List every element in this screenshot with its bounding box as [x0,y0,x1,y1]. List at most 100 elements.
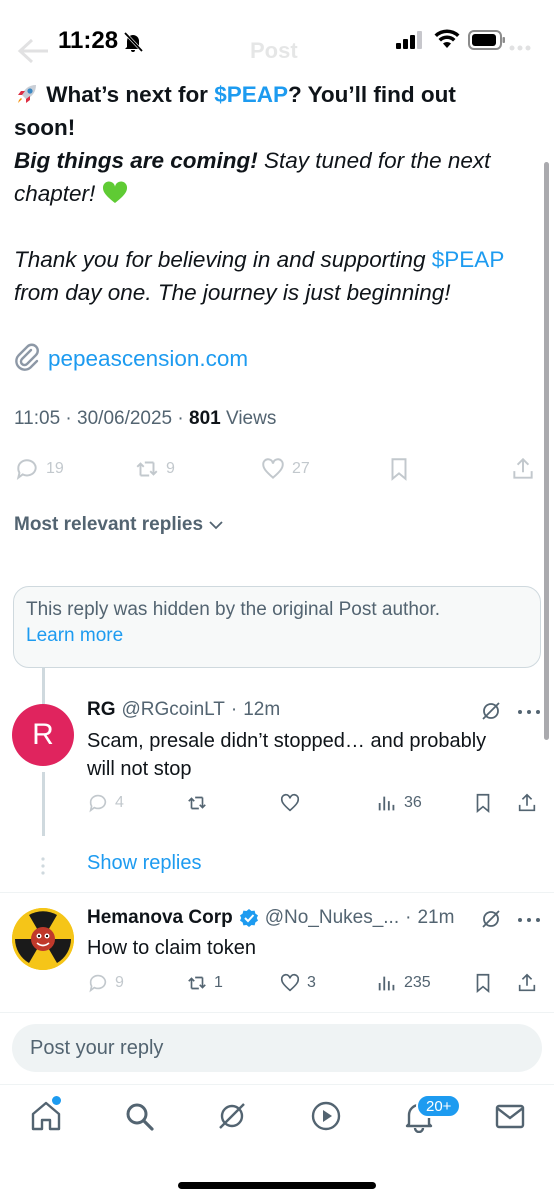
reply-author-handle[interactable]: @RGcoinLT [122,699,225,721]
repost-icon [188,796,206,810]
show-replies-link[interactable]: Show replies [87,852,202,875]
home-unread-dot [52,1096,61,1105]
bookmark-button[interactable] [472,972,494,994]
reply-button[interactable]: 9 [87,972,124,994]
reply-age: 21m [417,907,455,928]
thread-line [42,772,45,836]
wifi-icon [434,29,460,48]
status-bar: Post 11:28 [0,0,554,80]
reply-input[interactable]: Post your reply [12,1024,542,1072]
cashtag-link-2[interactable]: $PEAP [432,247,505,272]
reply-author-name[interactable]: RG [87,699,116,721]
rocket-icon [18,85,36,103]
hidden-reply-notice: This reply was hidden by the original Po… [13,586,541,668]
share-button[interactable] [510,456,536,482]
reply-icon [89,794,107,813]
avatar[interactable] [12,908,74,970]
analytics-icon [378,976,395,991]
share-icon [518,793,536,812]
divider [0,892,554,893]
like-button[interactable]: 27 [260,456,310,482]
views-count: 235 [404,974,431,991]
repost-count: 1 [214,974,223,991]
post-time: 11:05 [14,408,61,429]
repost-button[interactable] [186,792,208,814]
replies-sort-dropdown[interactable]: Most relevant replies [14,514,225,536]
chevron-down-icon [209,521,223,530]
scrollbar[interactable] [544,162,549,740]
reply-count: 4 [115,794,124,811]
repost-icon [136,461,158,477]
reply-button[interactable]: 4 [87,792,124,814]
reply-author-handle[interactable]: @No_Nukes_... [265,907,399,929]
avatar-letter: R [32,718,54,751]
reply-author-name[interactable]: Hemanova Corp [87,907,233,929]
post-text-para2-end: from day one. The journey is just beginn… [14,280,451,305]
more-icon[interactable] [516,708,542,716]
repost-button[interactable]: 9 [134,456,175,482]
bottom-tab-bar [0,1084,554,1150]
silent-bell-icon [123,31,144,53]
cashtag-link[interactable]: $PEAP [214,82,288,107]
post-text-line1-end: ? You’ll find out [288,82,456,107]
thread-line [42,668,45,704]
grok-icon[interactable] [480,700,502,722]
hidden-reply-text: This reply was hidden by the original Po… [26,599,441,620]
meta-separator: · [177,408,184,429]
heart-icon [280,793,300,812]
messages-icon[interactable] [493,1099,527,1133]
bookmark-button[interactable] [472,792,494,814]
back-arrow-icon[interactable] [16,36,50,66]
repost-icon [188,976,206,990]
more-icon[interactable] [516,916,542,924]
paperclip-icon [15,343,39,371]
heart-icon [262,458,284,479]
grok-icon[interactable] [480,908,502,930]
thread-dots [41,857,45,875]
reply-button[interactable]: 19 [14,456,64,482]
post-date: 30/06/2025 [77,408,173,429]
repost-count: 9 [166,460,175,477]
like-count: 3 [307,974,316,991]
analytics-icon [378,796,395,811]
replies-sort-label: Most relevant replies [14,514,204,535]
status-time: 11:28 [58,27,119,54]
grok-tab-icon[interactable] [215,1099,249,1133]
repost-button[interactable]: 1 [186,972,223,994]
reply-text: How to claim token [87,937,256,959]
like-button[interactable]: 3 [279,972,316,994]
green-heart-icon [102,181,127,203]
post-actions: 19 9 27 [0,450,554,490]
views-label: Views [226,408,277,429]
views-button[interactable]: 235 [376,972,431,994]
heart-icon [280,973,300,992]
bookmark-icon [476,793,490,814]
avatar[interactable]: R [12,704,74,766]
reply-age: 12m [243,699,281,720]
more-icon[interactable] [508,36,532,60]
like-count: 27 [292,460,310,477]
website-link[interactable]: pepeascension.com [48,346,248,371]
views-button[interactable]: 36 [376,792,422,814]
share-button[interactable] [516,792,538,814]
reply-icon [16,459,37,481]
reply-text: Scam, presale didn’t stopped… and probab… [87,730,487,780]
meta-separator: · [230,699,238,720]
learn-more-link[interactable]: Learn more [26,623,528,649]
share-icon [513,457,533,479]
radiation-logo-icon [12,908,74,970]
like-button[interactable] [279,792,301,814]
bookmark-button[interactable] [386,456,412,482]
page-title: Post [250,38,298,63]
post-text-line3: Stay tuned for the next [257,148,491,173]
post-text: What’s next for $PEAP? You’ll find out s… [14,78,534,375]
video-icon[interactable] [309,1099,343,1133]
post-text-para2: Thank you for believing in and supportin… [14,247,432,272]
search-icon[interactable] [122,1099,156,1133]
share-button[interactable] [516,972,538,994]
battery-icon [468,30,505,50]
reply-input-placeholder: Post your reply [30,1036,164,1059]
home-indicator[interactable] [178,1182,376,1189]
verified-badge-icon [239,909,258,927]
post-text-bold: Big things are coming! [14,148,258,173]
